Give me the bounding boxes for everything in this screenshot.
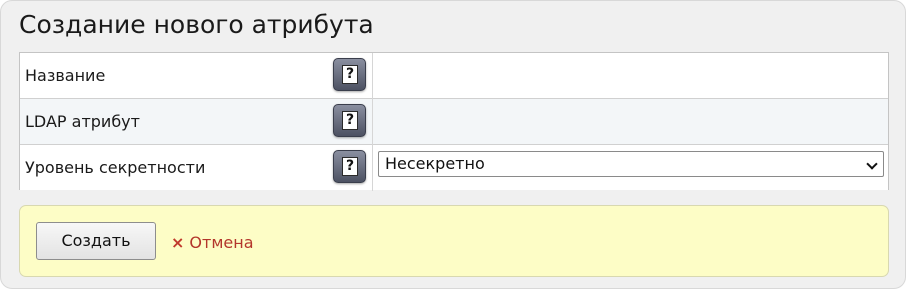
dialog-panel: Создание нового атрибута Название ? LDAP… — [0, 0, 906, 289]
ldap-attribute-label: LDAP атрибут — [25, 112, 140, 131]
create-button[interactable]: Создать — [36, 222, 156, 260]
chevron-down-icon — [866, 158, 878, 170]
name-label: Название — [25, 66, 106, 85]
help-icon[interactable]: ? — [333, 58, 366, 91]
secrecy-level-select[interactable]: Несекретно — [378, 151, 884, 177]
actions-bar: Создать × Отмена — [19, 205, 889, 277]
secrecy-level-label: Уровень секретности — [25, 158, 206, 177]
ldap-attribute-field[interactable] — [373, 99, 888, 145]
question-mark-glyph: ? — [342, 65, 358, 84]
form-row-secrecy: Уровень секретности ? Несекретно — [20, 145, 888, 191]
question-mark-glyph: ? — [342, 111, 358, 130]
help-icon[interactable]: ? — [333, 150, 366, 183]
name-field[interactable] — [373, 53, 888, 99]
help-icon[interactable]: ? — [333, 104, 366, 137]
close-icon: × — [171, 233, 185, 252]
secrecy-level-value: Несекретно — [385, 154, 485, 173]
column-divider — [372, 145, 373, 191]
cancel-label: Отмена — [189, 233, 254, 252]
attribute-form: Название ? LDAP атрибут ? Уровень секрет… — [19, 52, 889, 191]
form-row-ldap: LDAP атрибут ? — [20, 99, 888, 145]
cancel-link[interactable]: × Отмена — [171, 233, 254, 253]
question-mark-glyph: ? — [342, 157, 358, 176]
form-row-name: Название ? — [20, 53, 888, 99]
page-title: Создание нового атрибута — [19, 10, 374, 39]
